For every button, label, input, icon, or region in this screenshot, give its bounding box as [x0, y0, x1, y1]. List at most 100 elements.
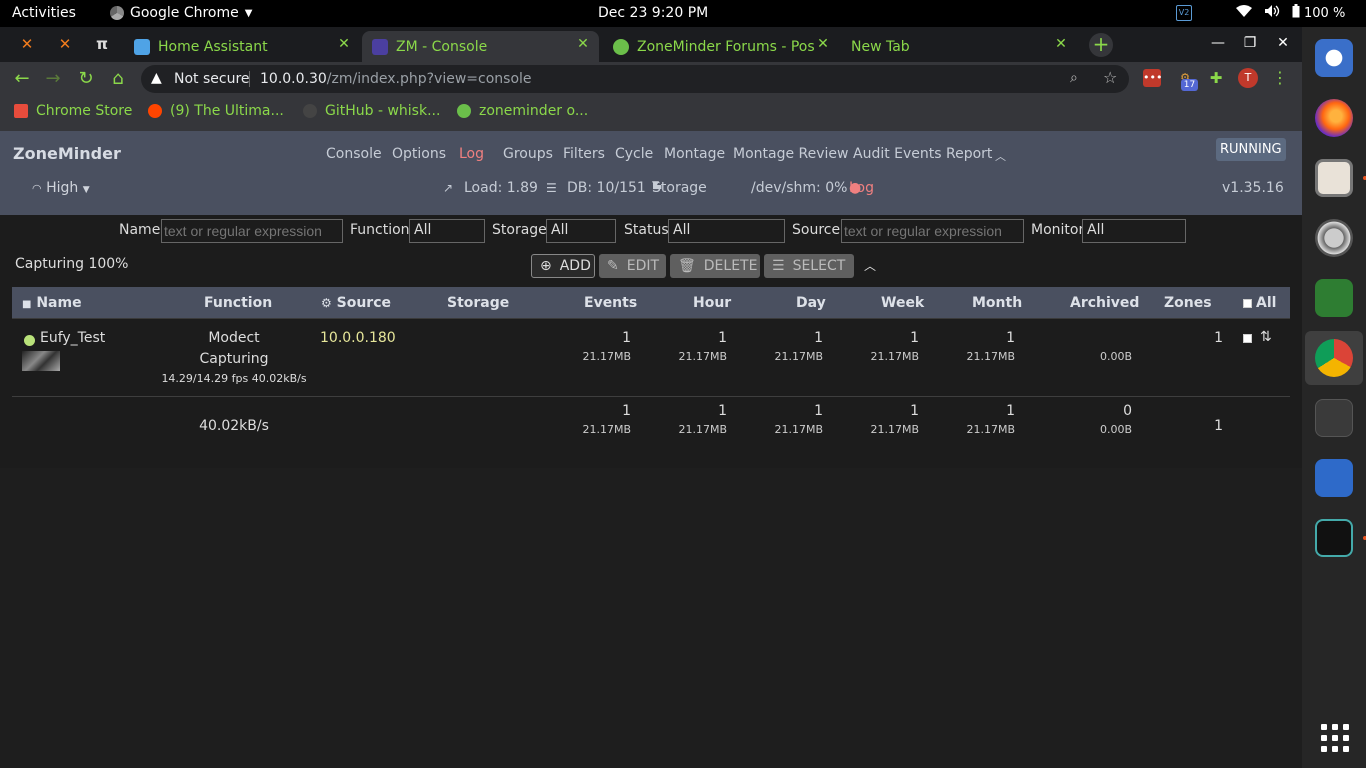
filter-function-select[interactable]: All	[409, 219, 485, 243]
nav-audit-events-report[interactable]: Audit Events Report	[853, 146, 992, 162]
show-applications-icon[interactable]	[1321, 724, 1349, 752]
bandwidth-dropdown[interactable]: ◠ High ▼	[32, 180, 90, 196]
tab-zm-console[interactable]: ZM - Console ✕	[362, 31, 599, 62]
nav-montage[interactable]: Montage	[664, 146, 725, 162]
software-installer-icon[interactable]	[1315, 279, 1353, 317]
monitor-source-link[interactable]: 10.0.0.180	[320, 330, 396, 346]
th-events[interactable]: Events	[584, 295, 637, 311]
total-day[interactable]: 1	[763, 403, 823, 419]
select-all-checkbox[interactable]	[1243, 299, 1252, 308]
pinned-tab-3[interactable]: π	[92, 35, 112, 55]
close-icon[interactable]: ✕	[1051, 36, 1071, 52]
address-bar[interactable]: ▲ Not secure 10.0.0.30/zm/index.php?view…	[141, 65, 1129, 93]
new-tab-button[interactable]: +	[1089, 33, 1113, 57]
day-count-link[interactable]: 1	[763, 330, 823, 346]
th-source[interactable]: ⚙ Source	[321, 295, 391, 311]
settings-gear-icon[interactable]	[1315, 219, 1353, 257]
th-week[interactable]: Week	[881, 295, 924, 311]
nav-groups[interactable]: Groups	[503, 146, 553, 162]
th-storage[interactable]: Storage	[447, 295, 509, 311]
chrome-icon[interactable]	[1315, 339, 1353, 377]
terminal-icon[interactable]	[1315, 399, 1353, 437]
nav-cycle[interactable]: Cycle	[615, 146, 653, 162]
th-function[interactable]: Function	[204, 295, 272, 311]
th-all[interactable]: All	[1256, 295, 1276, 311]
th-archived[interactable]: Archived	[1070, 295, 1139, 311]
version-label[interactable]: v1.35.16	[1222, 180, 1284, 196]
monitor-checkbox[interactable]	[1243, 334, 1252, 343]
zoom-icon[interactable]: ⌕	[1070, 70, 1078, 86]
hour-count-link[interactable]: 1	[667, 330, 727, 346]
firefox-icon[interactable]	[1315, 99, 1353, 137]
nav-log[interactable]: Log	[459, 146, 484, 162]
th-day[interactable]: Day	[796, 295, 826, 311]
vscode-tray-icon[interactable]: V2	[1176, 5, 1192, 21]
warning-icon[interactable]: ▲	[151, 70, 167, 86]
menu-icon[interactable]: ⋮	[1272, 68, 1288, 87]
system-tray[interactable]: V2 100 %	[1176, 4, 1345, 22]
add-button[interactable]: ⊕ ADD	[531, 254, 595, 278]
tab-zoneminder-forums[interactable]: ZoneMinder Forums - Pos ✕	[603, 31, 839, 62]
restore-button[interactable]: ❐	[1240, 35, 1260, 51]
clock[interactable]: Dec 23 9:20 PM	[598, 5, 708, 21]
profile-avatar[interactable]: T	[1238, 68, 1258, 88]
th-name[interactable]: ■ Name	[22, 295, 82, 311]
total-hour[interactable]: 1	[667, 403, 727, 419]
reload-button[interactable]: ↻	[74, 68, 98, 90]
bookmark-github[interactable]: GitHub - whisk...	[303, 103, 440, 119]
security-label[interactable]: Not secure	[174, 71, 250, 87]
total-month[interactable]: 1	[955, 403, 1015, 419]
bookmark-zoneminder[interactable]: zoneminder o...	[457, 103, 588, 119]
nav-options[interactable]: Options	[392, 146, 446, 162]
events-count-link[interactable]: 1	[571, 330, 631, 346]
window-close-button[interactable]: ✕	[1273, 35, 1293, 51]
total-archived[interactable]: 0	[1072, 403, 1132, 419]
lastpass-extension-icon[interactable]: •••	[1143, 69, 1162, 87]
filter-status-select[interactable]: All	[668, 219, 785, 243]
sort-handle-icon[interactable]: ⇅	[1260, 329, 1272, 345]
bookmark-star-icon[interactable]: ☆	[1103, 68, 1117, 87]
delete-button[interactable]: 🗑 DELETE	[670, 254, 760, 278]
close-icon[interactable]: ✕	[813, 36, 833, 52]
puzzle-icon[interactable]: ✚	[1207, 69, 1225, 87]
pinned-tab-1[interactable]: ✕	[17, 35, 37, 55]
chevron-up-icon[interactable]: ︿	[864, 257, 876, 274]
th-zones[interactable]: Zones	[1164, 295, 1212, 311]
monitor-name-link[interactable]: Eufy_Test	[40, 330, 105, 346]
thunderbird-icon[interactable]	[1315, 39, 1353, 77]
select-button[interactable]: ☰ SELECT	[764, 254, 854, 278]
chevron-up-icon[interactable]: ︿	[995, 148, 1006, 164]
dbeaver-icon[interactable]	[1315, 519, 1353, 557]
home-button[interactable]: ⌂	[106, 68, 130, 90]
month-count-link[interactable]: 1	[955, 330, 1015, 346]
tab-new-tab[interactable]: New Tab ✕	[841, 31, 1077, 62]
bookmark-chrome-store[interactable]: Chrome Store	[14, 103, 132, 119]
total-week[interactable]: 1	[859, 403, 919, 419]
week-count-link[interactable]: 1	[859, 330, 919, 346]
vscode-icon[interactable]	[1315, 459, 1353, 497]
zones-count-link[interactable]: 1	[1163, 330, 1223, 346]
state-button[interactable]: RUNNING	[1216, 138, 1286, 161]
th-month[interactable]: Month	[972, 295, 1022, 311]
total-events[interactable]: 1	[571, 403, 631, 419]
monitor-function-link[interactable]: Modect	[182, 330, 286, 346]
monitor-thumbnail[interactable]	[22, 351, 60, 371]
files-icon[interactable]	[1315, 159, 1353, 197]
url-text[interactable]: 10.0.0.30/zm/index.php?view=console	[260, 71, 532, 87]
forward-button[interactable]: →	[41, 68, 65, 90]
tab-home-assistant[interactable]: Home Assistant ✕	[124, 31, 360, 62]
app-menu[interactable]: Google Chrome ▼	[110, 5, 252, 21]
th-hour[interactable]: Hour	[693, 295, 731, 311]
close-icon[interactable]: ✕	[334, 36, 354, 52]
filter-monitor-select[interactable]: All	[1082, 219, 1186, 243]
nav-montage-review[interactable]: Montage Review	[733, 146, 849, 162]
filter-name-input[interactable]	[161, 219, 343, 243]
pinned-tab-2[interactable]: ✕	[55, 35, 75, 55]
close-icon[interactable]: ✕	[573, 36, 593, 52]
filter-source-input[interactable]	[841, 219, 1024, 243]
minimize-button[interactable]: —	[1208, 35, 1228, 51]
bookmark-reddit[interactable]: (9) The Ultima...	[148, 103, 284, 119]
back-button[interactable]: ←	[10, 68, 34, 90]
nav-console[interactable]: Console	[326, 146, 382, 162]
nav-filters[interactable]: Filters	[563, 146, 605, 162]
